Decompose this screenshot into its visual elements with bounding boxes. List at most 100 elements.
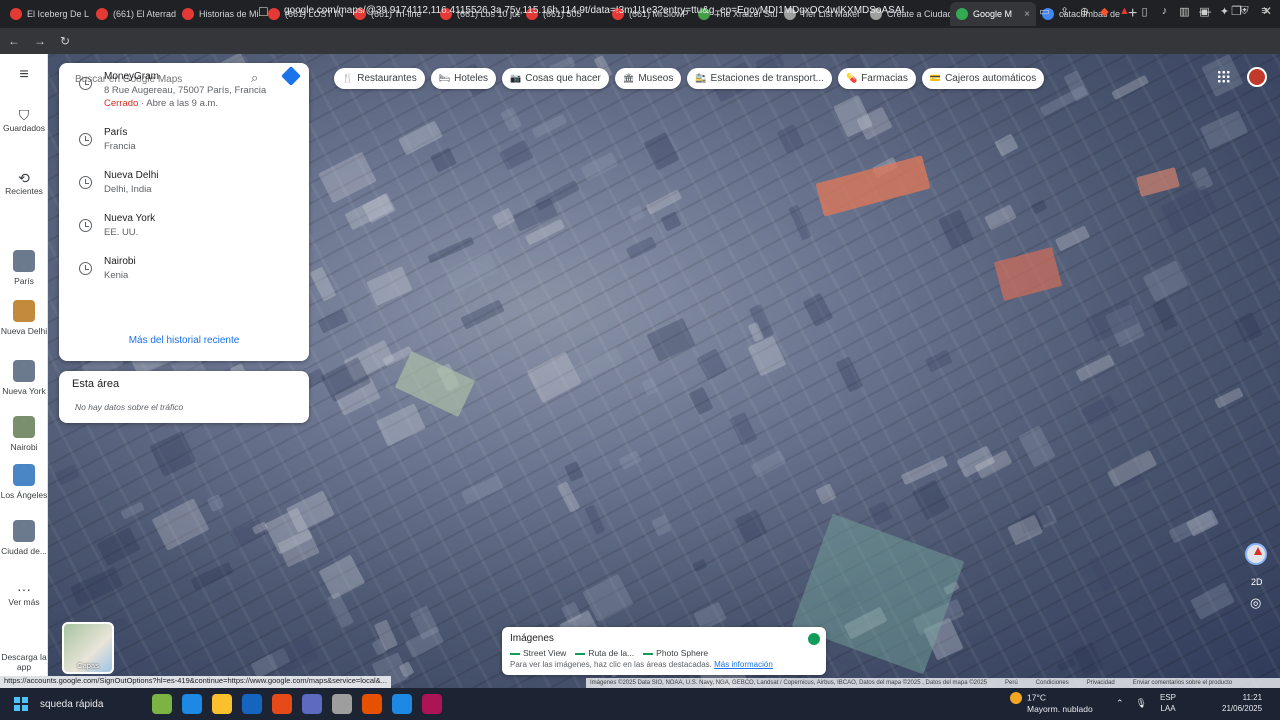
forward-icon[interactable]: → [34,34,46,48]
country-link[interactable]: Perú [1005,680,1018,686]
browser-tab[interactable]: (661) El Aterrad [90,2,176,26]
rail-saved[interactable]: ⛉ Guardados [0,107,48,133]
map-attribution: Imágenes ©2025 Data SIO, NOAA, U.S. Navy… [586,678,1280,688]
map-building [430,147,457,173]
rail-place[interactable]: Nueva York [0,360,48,396]
weather-widget[interactable]: 17°C Mayorm. nublado [1010,692,1093,715]
category-chip[interactable]: 📷 Cosas que hacer [502,68,609,89]
category-chip[interactable]: 🚉 Estaciones de transport... [687,68,832,89]
music-icon[interactable]: ♪ [1159,5,1170,18]
menu-icon[interactable]: ≡ [1259,5,1270,18]
taskbar-app-icon[interactable] [362,694,382,714]
chip-label: Cosas que hacer [525,73,601,84]
taskbar-apps [152,694,442,714]
map-building [149,431,197,478]
history-item[interactable]: MoneyGram 8 Rue Augereau, 75007 París, Fr… [59,71,309,111]
avatar[interactable] [1247,67,1267,87]
category-chip[interactable]: 🛏 Hoteles [430,68,497,89]
imagery-toggle[interactable] [808,633,820,645]
more-info-link[interactable]: Más información [714,660,773,669]
rail-recent[interactable]: ⟲ Recientes [0,171,48,196]
map-building [445,249,500,294]
tray-chevron-icon[interactable]: ⌃ [1116,698,1124,709]
sidebar-toggle-icon[interactable]: ▯ [1139,5,1150,18]
browser-tab[interactable]: Google M × [950,2,1036,26]
area-title: Esta área [72,378,120,390]
mic-icon[interactable]: 🎙 [1136,698,1147,709]
taskbar-search[interactable]: squeda rápida [40,699,103,710]
rail-place[interactable]: Nairobi [0,416,48,452]
browser-tab[interactable]: El Iceberg De L [4,2,90,26]
category-chip[interactable]: 💊 Farmacias [837,68,916,89]
more-history-link[interactable]: Más del historial reciente [59,335,309,346]
rail-saved-label: Guardados [2,123,46,133]
rail-download-app[interactable]: Descarga la app [0,652,48,672]
taskbar-app-icon[interactable] [422,694,442,714]
screen-icon[interactable]: ▭ [1039,5,1050,18]
category-chip[interactable]: 🍴 Restaurantes [334,68,425,89]
place-thumbnail [13,300,35,322]
map-building [1190,582,1236,620]
clock[interactable]: 11:21 21/06/2025 [1222,692,1262,714]
map-building [788,204,813,242]
map-building [938,209,974,250]
rail-more[interactable]: ··· Ver más [0,582,48,607]
tilt-2d-button[interactable]: 2D [1251,577,1263,587]
rail-download-label: Descarga la app [1,652,47,672]
history-item[interactable]: París Francia [59,127,309,167]
rail-place[interactable]: Los Ángeles [0,464,48,500]
back-icon[interactable]: ← [8,34,20,48]
feedback-link[interactable]: Enviar comentarios sobre el producto [1133,680,1232,686]
taskbar-app-icon[interactable] [302,694,322,714]
terms-link[interactable]: Condiciones [1036,680,1069,686]
windows-start-icon[interactable] [14,697,28,711]
rail-place[interactable]: Ciudad de... [0,520,48,556]
tab-label: El Iceberg De L [27,9,90,19]
map-building [69,566,124,606]
tab-close-icon[interactable]: × [1024,9,1030,20]
map-building [1054,225,1090,252]
layers-button[interactable]: Capas [62,622,114,674]
history-item[interactable]: Nueva Delhi Delhi, India [59,170,309,210]
vpn-icon[interactable]: ⛨ [1239,5,1250,18]
history-title: Nueva Delhi [104,170,159,181]
history-item[interactable]: Nairobi Kenia [59,256,309,296]
taskbar-app-icon[interactable] [152,694,172,714]
category-chip[interactable]: 💳 Cajeros automáticos [921,68,1045,89]
url-field[interactable]: google.com/maps/@39.9174112,116.4115526,… [284,5,904,16]
compass-icon[interactable] [1245,543,1267,565]
map-building [1039,85,1088,117]
this-area-panel[interactable]: Esta área No hay datos sobre el tráfico [59,371,309,423]
privacy-link[interactable]: Privacidad [1087,680,1115,686]
wallet-icon[interactable]: ▣ [1199,5,1210,18]
taskbar-app-icon[interactable] [212,694,232,714]
chip-icon: 🛏 [438,73,451,83]
map-building [119,501,145,520]
history-item[interactable]: Nueva York EE. UU. [59,213,309,253]
sidebar-icon[interactable]: ▥ [1179,5,1190,18]
taskbar-app-icon[interactable] [272,694,292,714]
place-thumbnail [13,416,35,438]
zoom-icon[interactable]: ⊕ [1079,5,1090,18]
rewards-icon[interactable]: ▲ [1119,5,1130,18]
taskbar-app-icon[interactable] [332,694,352,714]
share-icon[interactable]: ⇪ [1059,5,1070,18]
brave-shield-icon[interactable]: ◆ [1099,5,1110,18]
my-location-icon[interactable]: ◎ [1250,595,1261,611]
rail-place[interactable]: Nueva Delhi [0,300,48,336]
category-chip[interactable]: 🏛 Museos [614,68,682,89]
leo-icon[interactable]: ✦ [1219,5,1230,18]
rail-menu-button[interactable]: ≡ [0,67,48,83]
taskbar: squeda rápida 17°C Mayorm. nublado ⌃ 🎙 E… [0,688,1280,720]
reload-icon[interactable]: ↻ [60,34,70,48]
browser-tab[interactable]: Historias de Mi [176,2,262,26]
map-landmark [815,155,931,217]
rail-place[interactable]: París [0,250,48,286]
taskbar-app-icon[interactable] [182,694,202,714]
google-apps-icon[interactable] [1217,70,1230,83]
language-indicator[interactable]: ESP LAA [1160,692,1176,714]
bookmark-icon[interactable]: ☐ [258,5,269,19]
bookmark-icon: ⛉ [18,107,30,123]
taskbar-app-icon[interactable] [242,694,262,714]
taskbar-app-icon[interactable] [392,694,412,714]
